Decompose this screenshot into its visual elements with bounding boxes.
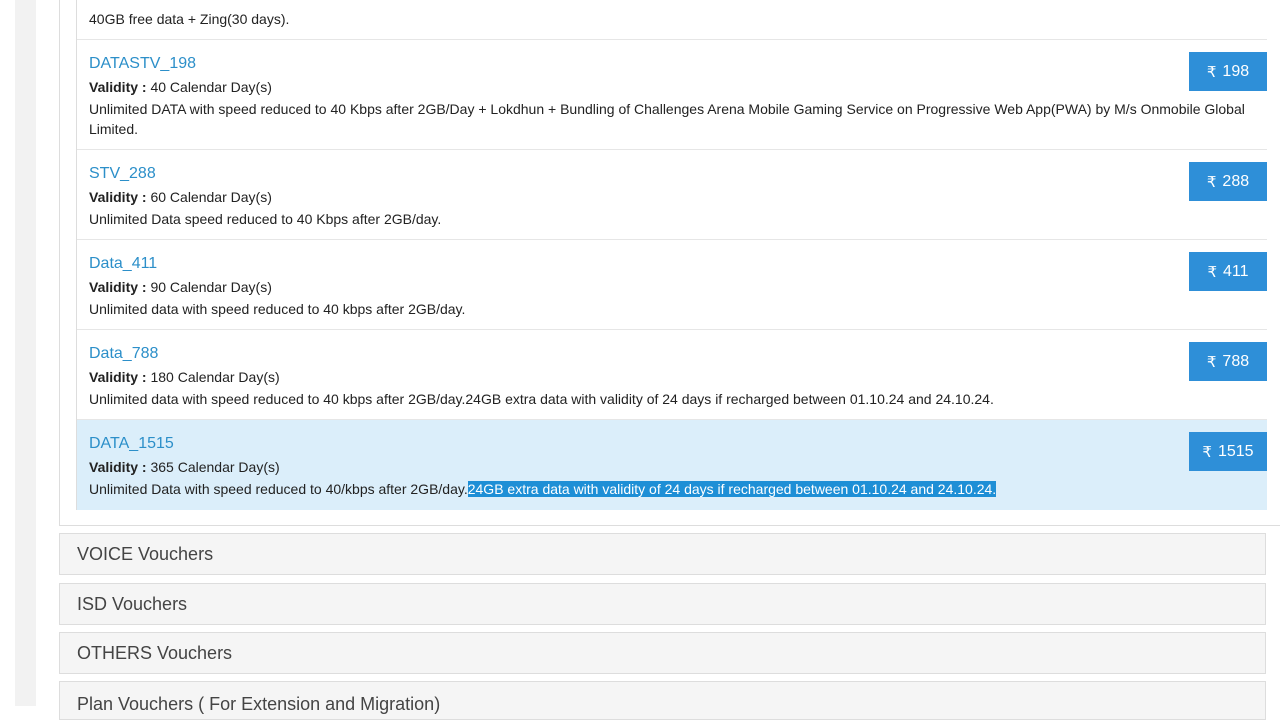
plan-name-link[interactable]: Data_788 — [89, 345, 158, 363]
plan-validity: Validity : 40 Calendar Day(s) — [89, 79, 272, 95]
validity-value: 180 Calendar Day(s) — [146, 369, 280, 385]
rupee-icon: ₹ — [1207, 263, 1218, 281]
plan-validity: Validity : 365 Calendar Day(s) — [89, 459, 280, 475]
validity-value: 60 Calendar Day(s) — [146, 189, 272, 205]
plan-description: Unlimited DATA with speed reduced to 40 … — [89, 101, 1245, 137]
price-button-1515[interactable]: ₹ 1515 — [1189, 432, 1267, 471]
plan-row-data-788[interactable]: Data_788 Validity : 180 Calendar Day(s) … — [77, 330, 1267, 420]
accordion-plan-vouchers[interactable]: Plan Vouchers ( For Extension and Migrat… — [59, 681, 1266, 720]
plan-description: Unlimited Data speed reduced to 40 Kbps … — [89, 211, 442, 227]
validity-value: 365 Calendar Day(s) — [146, 459, 280, 475]
price-value: 288 — [1222, 172, 1250, 190]
plan-name-link[interactable]: STV_288 — [89, 165, 156, 183]
price-button-198[interactable]: ₹ 198 — [1189, 52, 1267, 91]
plan-row-stv-288[interactable]: STV_288 Validity : 60 Calendar Day(s) Un… — [77, 150, 1267, 240]
plan-validity: Validity : 90 Calendar Day(s) — [89, 279, 272, 295]
plan-row-data-411[interactable]: Data_411 Validity : 90 Calendar Day(s) U… — [77, 240, 1267, 330]
selected-text-highlight: 24GB extra data with validity of 24 days… — [467, 481, 997, 497]
plan-validity: Validity : 60 Calendar Day(s) — [89, 189, 272, 205]
plan-name-link[interactable]: DATA_1515 — [89, 435, 174, 453]
validity-value: 40 Calendar Day(s) — [146, 79, 272, 95]
rupee-icon: ₹ — [1206, 63, 1217, 81]
price-value: 411 — [1223, 262, 1249, 280]
validity-label: Validity : — [89, 459, 147, 475]
plan-validity: Validity : 180 Calendar Day(s) — [89, 369, 280, 385]
price-value: 198 — [1222, 62, 1250, 80]
plan-name-link[interactable]: Data_411 — [89, 255, 157, 273]
plan-row-partial: 40GB free data + Zing(30 days). — [77, 0, 1267, 40]
accordion-others-vouchers[interactable]: OTHERS Vouchers — [59, 632, 1266, 674]
left-gutter — [15, 0, 36, 706]
validity-value: 90 Calendar Day(s) — [146, 279, 272, 295]
rupee-icon: ₹ — [1202, 443, 1212, 461]
rupee-icon: ₹ — [1206, 173, 1217, 191]
plan-description: 40GB free data + Zing(30 days). — [89, 11, 290, 27]
plan-description: Unlimited data with speed reduced to 40 … — [89, 391, 994, 407]
price-button-288[interactable]: ₹ 288 — [1189, 162, 1267, 201]
plan-description: Unlimited Data with speed reduced to 40/… — [89, 479, 1269, 499]
validity-label: Validity : — [89, 279, 147, 295]
plan-list: 40GB free data + Zing(30 days). DATASTV_… — [76, 0, 1267, 510]
accordion-voice-vouchers[interactable]: VOICE Vouchers — [59, 533, 1266, 575]
accordion-isd-vouchers[interactable]: ISD Vouchers — [59, 583, 1266, 625]
validity-label: Validity : — [89, 79, 147, 95]
price-button-411[interactable]: ₹ 411 — [1189, 252, 1267, 291]
plan-row-data-1515[interactable]: DATA_1515 Validity : 365 Calendar Day(s)… — [77, 420, 1267, 510]
plan-description: Unlimited data with speed reduced to 40 … — [89, 301, 466, 317]
description-plain: Unlimited Data with speed reduced to 40/… — [89, 481, 468, 497]
validity-label: Validity : — [89, 189, 147, 205]
price-button-788[interactable]: ₹ 788 — [1189, 342, 1267, 381]
rupee-icon: ₹ — [1206, 353, 1217, 371]
price-value: 788 — [1222, 352, 1250, 370]
plan-row-datastv-198[interactable]: DATASTV_198 Validity : 40 Calendar Day(s… — [77, 40, 1267, 150]
validity-label: Validity : — [89, 369, 147, 385]
price-value: 1515 — [1217, 442, 1254, 460]
plan-name-link[interactable]: DATASTV_198 — [89, 55, 196, 73]
